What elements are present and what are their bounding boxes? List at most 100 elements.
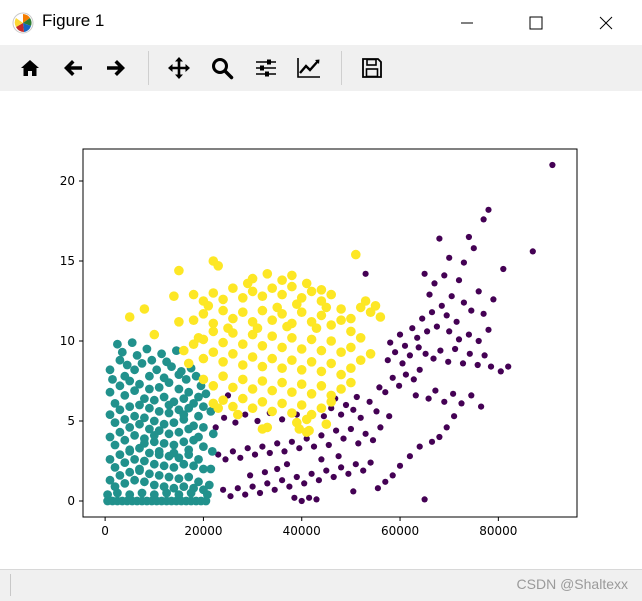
x-tick-label: 20000 xyxy=(184,524,222,538)
scatter-point xyxy=(347,425,354,433)
scatter-point xyxy=(137,359,147,368)
scatter-point xyxy=(287,281,297,292)
scatter-point xyxy=(370,301,381,311)
scatter-point xyxy=(301,427,312,438)
scatter-point xyxy=(238,374,248,385)
scatter-point xyxy=(279,477,286,484)
scatter-point xyxy=(308,470,315,477)
scatter-point xyxy=(125,402,135,411)
scatter-point xyxy=(350,406,357,413)
maximize-button[interactable] xyxy=(513,0,559,45)
toolbar-separator xyxy=(148,51,149,85)
scatter-point xyxy=(184,424,194,434)
magnifier-icon xyxy=(212,58,234,80)
scatter-point xyxy=(184,445,194,455)
scatter-point xyxy=(355,333,366,343)
scatter-point xyxy=(125,467,135,477)
scatter-point xyxy=(389,374,396,381)
scatter-point xyxy=(277,275,287,286)
scatter-point xyxy=(325,441,332,449)
scatter-point xyxy=(306,494,313,501)
arrow-left-icon xyxy=(64,60,82,76)
x-tick-label: 80000 xyxy=(479,524,517,538)
scatter-point xyxy=(392,349,399,356)
scatter-point xyxy=(316,345,327,356)
scatter-point xyxy=(460,299,467,306)
scatter-point xyxy=(330,473,337,481)
scatter-point xyxy=(414,334,421,341)
save-button[interactable] xyxy=(357,54,387,82)
scatter-point xyxy=(194,432,203,442)
pan-button[interactable] xyxy=(164,54,194,82)
scatter-point xyxy=(208,381,219,391)
figure-canvas[interactable]: 0 20000 40000 60000 80000 0 5 10 15 20 xyxy=(0,91,642,569)
scatter-point xyxy=(481,352,488,359)
scatter-point xyxy=(201,496,211,506)
scatter-point xyxy=(497,368,504,375)
scatter-point xyxy=(228,349,238,359)
zoom-button[interactable] xyxy=(207,54,237,82)
scatter-point xyxy=(135,464,144,474)
scatter-point xyxy=(188,289,199,300)
scatter-point xyxy=(130,455,140,464)
scatter-point xyxy=(120,415,130,424)
scatter-point xyxy=(424,328,431,335)
scatter-point xyxy=(203,301,214,311)
scatter-point xyxy=(277,363,287,374)
scatter-point xyxy=(262,269,273,279)
scatter-point xyxy=(296,445,303,452)
scatter-point xyxy=(316,403,327,414)
scatter-point xyxy=(218,395,228,406)
scatter-point xyxy=(267,385,278,396)
scatter-point xyxy=(242,491,249,498)
y-tick-label: 15 xyxy=(60,254,75,268)
scatter-point xyxy=(108,375,117,384)
scatter-plot: 0 20000 40000 60000 80000 0 5 10 15 20 xyxy=(60,148,578,538)
scatter-point xyxy=(436,433,443,441)
scatter-point xyxy=(277,289,287,300)
scatter-point xyxy=(179,410,189,419)
scatter-point xyxy=(425,395,432,402)
scatter-point xyxy=(264,480,271,487)
scatter-point xyxy=(115,450,125,459)
scatter-point xyxy=(113,488,122,498)
scatter-point xyxy=(350,488,357,495)
scatter-point xyxy=(159,392,169,402)
back-button[interactable] xyxy=(58,54,88,82)
scatter-point xyxy=(465,233,472,241)
scatter-point xyxy=(174,384,184,394)
edit-axes-button[interactable] xyxy=(294,54,324,82)
scatter-point xyxy=(199,423,208,432)
close-button[interactable] xyxy=(583,0,629,45)
scatter-point xyxy=(296,344,307,354)
scatter-point xyxy=(257,376,268,386)
scatter-point xyxy=(321,419,332,430)
scatter-point xyxy=(274,465,281,473)
scatter-point xyxy=(142,344,152,354)
scatter-point xyxy=(220,486,227,493)
forward-button[interactable] xyxy=(101,54,131,82)
scatter-point xyxy=(274,440,281,447)
scatter-point xyxy=(266,449,273,457)
x-tick-label: 0 xyxy=(101,524,109,538)
scatter-point xyxy=(208,429,218,439)
scatter-point xyxy=(218,337,228,348)
scatter-point xyxy=(120,458,130,467)
scatter-point xyxy=(199,402,208,411)
scatter-point xyxy=(267,353,278,364)
scatter-point xyxy=(130,365,140,375)
home-button[interactable] xyxy=(15,54,45,82)
scatter-point xyxy=(113,339,122,349)
scatter-point xyxy=(174,317,184,327)
minimize-button[interactable] xyxy=(444,0,490,45)
scatter-point xyxy=(145,469,154,479)
scatter-point xyxy=(288,438,295,445)
scatter-point xyxy=(130,475,140,485)
scatter-point xyxy=(179,459,189,469)
scatter-point xyxy=(174,427,184,437)
configure-subplots-button[interactable] xyxy=(251,54,281,82)
scatter-point xyxy=(445,358,452,365)
scatter-point xyxy=(446,328,453,335)
scatter-point xyxy=(199,464,208,474)
scatter-point xyxy=(281,448,288,455)
